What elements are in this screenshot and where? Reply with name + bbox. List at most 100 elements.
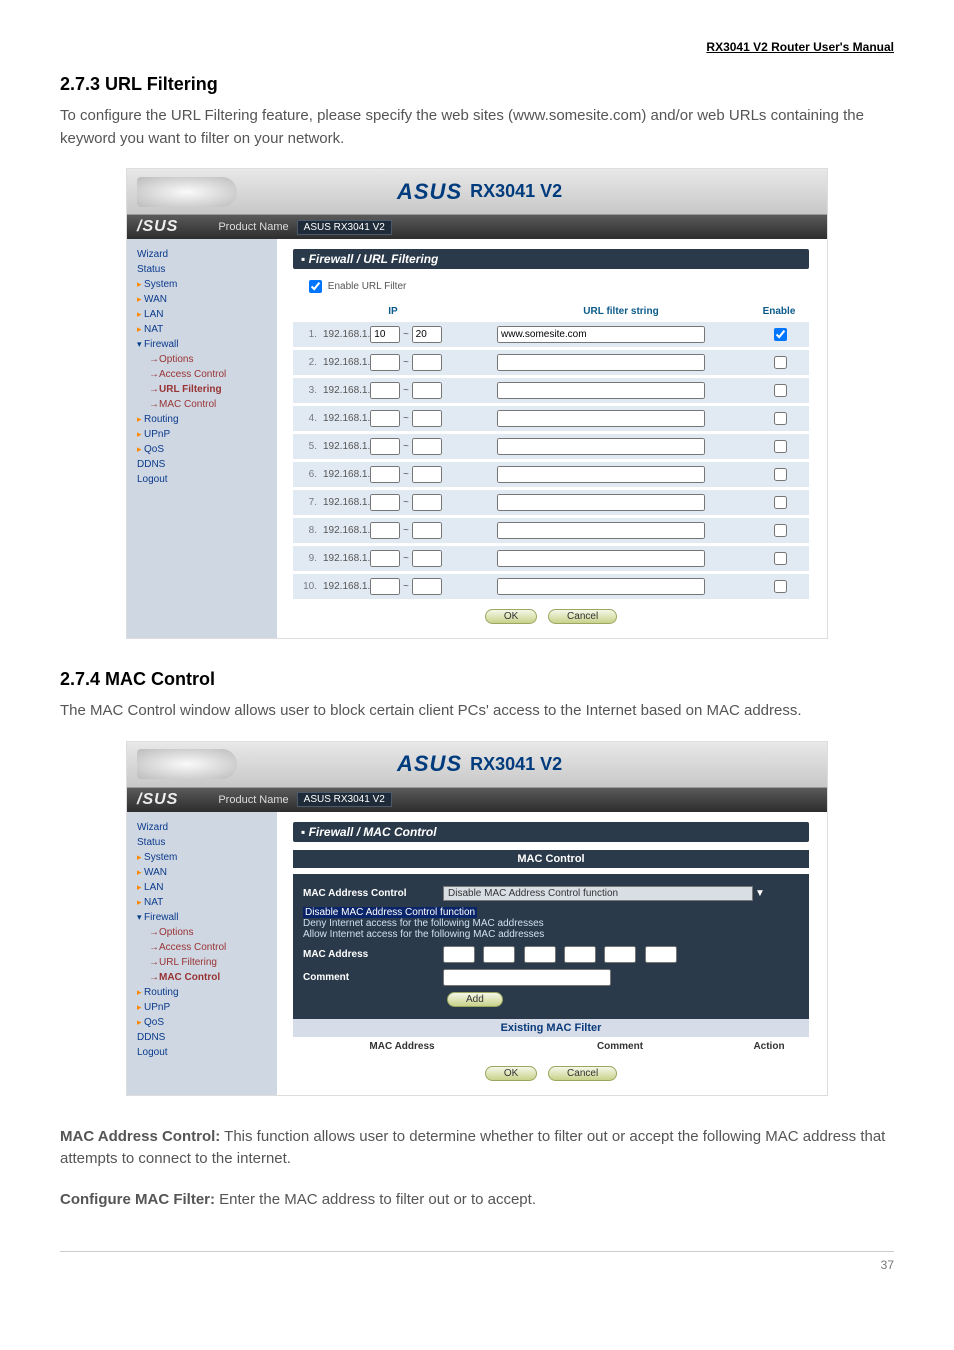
- nav-options[interactable]: →Options: [137, 925, 277, 940]
- ip-to-input[interactable]: [412, 354, 442, 371]
- ip-cell: 192.168.1. ~: [323, 438, 497, 455]
- nav-status[interactable]: Status: [137, 835, 277, 850]
- nav-system[interactable]: System: [137, 850, 277, 865]
- ip-from-input[interactable]: [370, 522, 400, 539]
- row-index: 9.: [297, 553, 323, 564]
- url-string-input[interactable]: [497, 326, 705, 343]
- configure-mac-filter-desc: Configure MAC Filter: Enter the MAC addr…: [60, 1189, 894, 1212]
- nav-wizard[interactable]: Wizard: [137, 247, 277, 262]
- ip-to-input[interactable]: [412, 578, 442, 595]
- nav-options[interactable]: →Options: [137, 352, 277, 367]
- nav-firewall[interactable]: Firewall: [137, 337, 277, 352]
- mac-addr-control-select[interactable]: Disable MAC Address Control function: [443, 886, 753, 901]
- ip-from-input[interactable]: [370, 326, 400, 343]
- nav-upnp[interactable]: UPnP: [137, 427, 277, 442]
- ip-to-input[interactable]: [412, 438, 442, 455]
- ip-from-input[interactable]: [370, 466, 400, 483]
- url-filter-row: 4.192.168.1. ~: [293, 406, 809, 431]
- nav-lan[interactable]: LAN: [137, 880, 277, 895]
- ip-to-input[interactable]: [412, 326, 442, 343]
- nav-mac-control[interactable]: →MAC Control: [137, 970, 277, 985]
- mac-opt-deny[interactable]: Deny Internet access for the following M…: [303, 918, 799, 929]
- nav-lan[interactable]: LAN: [137, 307, 277, 322]
- enable-url-filter-checkbox[interactable]: [309, 280, 322, 293]
- nav-ddns[interactable]: DDNS: [137, 1030, 277, 1045]
- model-label: RX3041 V2: [470, 754, 562, 775]
- ip-from-input[interactable]: [370, 410, 400, 427]
- ip-to-input[interactable]: [412, 550, 442, 567]
- url-string-input[interactable]: [497, 578, 705, 595]
- ip-from-input[interactable]: [370, 382, 400, 399]
- add-button[interactable]: Add: [447, 992, 503, 1007]
- ip-from-input[interactable]: [370, 550, 400, 567]
- col-action: Action: [729, 1041, 809, 1052]
- ip-from-input[interactable]: [370, 354, 400, 371]
- nav-access-control[interactable]: →Access Control: [137, 940, 277, 955]
- row-enable-checkbox[interactable]: [774, 328, 787, 341]
- ok-button[interactable]: OK: [485, 609, 537, 624]
- mac-address-label: MAC Address: [303, 949, 443, 960]
- mac-address-inputs[interactable]: : : : : :: [443, 946, 677, 963]
- ip-to-input[interactable]: [412, 494, 442, 511]
- panel-title-url: ▪ Firewall / URL Filtering: [293, 249, 809, 269]
- url-string-input[interactable]: [497, 522, 705, 539]
- row-enable-checkbox[interactable]: [774, 524, 787, 537]
- asus-logo-icon: /SUS: [137, 218, 178, 236]
- url-string-input[interactable]: [497, 354, 705, 371]
- nav-system[interactable]: System: [137, 277, 277, 292]
- ip-to-input[interactable]: [412, 466, 442, 483]
- row-enable-checkbox[interactable]: [774, 384, 787, 397]
- ip-to-input[interactable]: [412, 522, 442, 539]
- row-enable-checkbox[interactable]: [774, 496, 787, 509]
- mac-opt-allow[interactable]: Allow Internet access for the following …: [303, 929, 799, 940]
- nav-url-filtering[interactable]: →URL Filtering: [137, 955, 277, 970]
- device-illustration: [137, 177, 237, 207]
- ip-to-input[interactable]: [412, 410, 442, 427]
- ip-to-input[interactable]: [412, 382, 442, 399]
- mac-addr-control-label: MAC Address Control: [303, 888, 443, 899]
- row-enable-checkbox[interactable]: [774, 552, 787, 565]
- row-index: 2.: [297, 357, 323, 368]
- url-filter-row: 3.192.168.1. ~: [293, 378, 809, 403]
- ip-from-input[interactable]: [370, 578, 400, 595]
- nav-logout[interactable]: Logout: [137, 1045, 277, 1060]
- sidebar-nav: Wizard Status System WAN LAN NAT Firewal…: [127, 239, 277, 638]
- nav-logout[interactable]: Logout: [137, 472, 277, 487]
- nav-ddns[interactable]: DDNS: [137, 457, 277, 472]
- nav-qos[interactable]: QoS: [137, 442, 277, 457]
- nav-upnp[interactable]: UPnP: [137, 1000, 277, 1015]
- url-string-input[interactable]: [497, 466, 705, 483]
- url-string-input[interactable]: [497, 550, 705, 567]
- comment-input[interactable]: [443, 969, 611, 986]
- row-index: 7.: [297, 497, 323, 508]
- nav-nat[interactable]: NAT: [137, 895, 277, 910]
- nav-access-control[interactable]: →Access Control: [137, 367, 277, 382]
- nav-wizard[interactable]: Wizard: [137, 820, 277, 835]
- cancel-button[interactable]: Cancel: [548, 1066, 617, 1081]
- url-string-input[interactable]: [497, 410, 705, 427]
- nav-qos[interactable]: QoS: [137, 1015, 277, 1030]
- nav-routing[interactable]: Routing: [137, 985, 277, 1000]
- mac-opt-disable[interactable]: Disable MAC Address Control function: [303, 907, 477, 918]
- row-enable-checkbox[interactable]: [774, 580, 787, 593]
- row-enable-checkbox[interactable]: [774, 440, 787, 453]
- nav-mac-control[interactable]: →MAC Control: [137, 397, 277, 412]
- row-enable-checkbox[interactable]: [774, 356, 787, 369]
- url-string-input[interactable]: [497, 438, 705, 455]
- nav-status[interactable]: Status: [137, 262, 277, 277]
- ok-button[interactable]: OK: [485, 1066, 537, 1081]
- nav-wan[interactable]: WAN: [137, 292, 277, 307]
- nav-firewall[interactable]: Firewall: [137, 910, 277, 925]
- nav-wan[interactable]: WAN: [137, 865, 277, 880]
- nav-nat[interactable]: NAT: [137, 322, 277, 337]
- nav-routing[interactable]: Routing: [137, 412, 277, 427]
- nav-url-filtering[interactable]: →URL Filtering: [137, 382, 277, 397]
- row-enable-checkbox[interactable]: [774, 468, 787, 481]
- cancel-button[interactable]: Cancel: [548, 609, 617, 624]
- ip-from-input[interactable]: [370, 438, 400, 455]
- ip-from-input[interactable]: [370, 494, 400, 511]
- row-enable-checkbox[interactable]: [774, 412, 787, 425]
- url-string-input[interactable]: [497, 382, 705, 399]
- url-string-input[interactable]: [497, 494, 705, 511]
- chevron-down-icon[interactable]: ▼: [755, 888, 765, 899]
